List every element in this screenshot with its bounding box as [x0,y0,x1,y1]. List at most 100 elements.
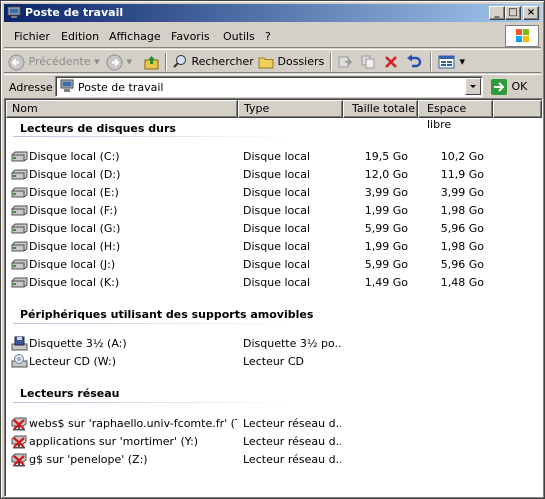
back-arrow-icon [8,54,25,70]
drive-row[interactable]: Disque local (H:) Disque local 1,99 Go 1,98… [5,238,540,256]
address-bar: Adresse Poste de travail OK [4,74,541,99]
my-computer-icon [7,6,21,18]
hard-drive-icon [11,149,28,164]
address-input[interactable]: Poste de travail [55,76,483,97]
explorer-window: Poste de travail _ □ × Fichier Edition A… [0,0,545,499]
toolbar: Précédente ▾ ▾ Rechercher Dossiers ▾ [4,49,541,73]
item-type: Lecteur réseau d... [243,435,341,448]
search-button[interactable]: Rechercher [172,52,254,72]
item-name: Disque local (F:) [29,204,118,217]
item-free-space: 1,48 Go [440,276,484,289]
delete-button[interactable] [383,52,399,72]
move-to-button[interactable] [337,52,353,72]
drive-row[interactable]: webs$ sur 'raphaello.univ-fcomte.fr' (T:… [5,415,540,433]
chevron-down-icon: ▾ [126,55,133,68]
chevron-down-icon [470,85,476,88]
back-button[interactable]: Précédente ▾ [8,52,100,72]
go-button[interactable]: OK [490,77,527,97]
item-type: Disque local [243,276,311,289]
disconnected-network-drive-icon [11,452,28,467]
item-total-size: 5,99 Go [364,258,408,271]
windows-logo-icon [505,25,539,47]
address-value: Poste de travail [78,81,164,94]
go-label: OK [511,80,528,93]
drive-row[interactable]: g$ sur 'penelope' (Z:) Lecteur réseau d..… [5,451,540,469]
item-name: Disquette 3½ (A:) [29,337,127,350]
menu-affichage[interactable]: Affichage [109,30,161,43]
forward-button[interactable]: ▾ [106,52,132,72]
menu-edition[interactable]: Edition [61,30,99,43]
maximize-icon: □ [508,7,518,18]
item-type: Disque local [243,204,311,217]
hard-drive-icon [11,275,28,290]
item-total-size: 1,49 Go [364,276,408,289]
drive-row[interactable]: applications sur 'mortimer' (Y:) Lecteur … [5,433,540,451]
my-computer-icon [60,79,74,92]
floppy-icon [11,336,28,351]
menu-favoris[interactable]: Favoris [171,30,210,43]
hard-drive-icon [11,203,28,218]
address-dropdown-button[interactable] [465,78,481,95]
close-button[interactable]: × [523,6,539,20]
item-type: Disque local [243,258,311,271]
undo-icon [407,54,422,68]
item-name: Disque local (G:) [29,222,121,235]
item-name: Disque local (K:) [29,276,120,289]
item-type: Disque local [243,168,311,181]
copy-to-icon [361,55,375,69]
move-to-icon [338,56,353,68]
undo-button[interactable] [406,52,422,72]
group-heading-removable: Périphériques utilisant des supports amo… [20,308,314,321]
drive-row[interactable]: Disquette 3½ (A:) Disquette 3½ po... [5,335,540,353]
item-name: Disque local (C:) [29,150,120,163]
drive-row[interactable]: Lecteur CD (W:) Lecteur CD [5,353,540,371]
copy-to-button[interactable] [360,52,376,72]
file-list-view[interactable]: Nom Type Taille totale Espace libre Lect… [4,98,543,497]
maximize-button[interactable]: □ [505,6,521,20]
minimize-button[interactable]: _ [489,6,505,20]
folders-label: Dossiers [277,55,325,68]
up-folder-button[interactable] [143,52,160,72]
cd-drive-icon [11,354,28,369]
item-free-space: 11,9 Go [440,168,484,181]
group-divider [13,402,293,403]
item-name: Disque local (D:) [29,168,121,181]
column-header-filler [493,100,542,118]
drive-row[interactable]: Disque local (K:) Disque local 1,49 Go 1,48… [5,274,540,292]
item-free-space: 10,2 Go [440,150,484,163]
views-button[interactable]: ▾ [438,52,465,72]
drive-row[interactable]: Disque local (D:) Disque local 12,0 Go 11,9… [5,166,540,184]
column-header-name[interactable]: Nom [6,100,238,118]
window-title: Poste de travail [25,6,124,19]
item-name: applications sur 'mortimer' (Y:) [29,435,199,448]
item-type: Disque local [243,240,311,253]
drive-row[interactable]: Disque local (G:) Disque local 5,99 Go 5,96… [5,220,540,238]
column-header-type[interactable]: Type [238,100,343,118]
drive-row[interactable]: Disque local (F:) Disque local 1,99 Go 1,98… [5,202,540,220]
drive-row[interactable]: Disque local (E:) Disque local 3,99 Go 3,99… [5,184,540,202]
drive-row[interactable]: Disque local (J:) Disque local 5,99 Go 5,96… [5,256,540,274]
group-heading-hard-drives: Lecteurs de disques durs [20,122,176,135]
menu-bar: Fichier Edition Affichage Favoris Outils… [4,24,541,48]
item-free-space: 1,98 Go [440,204,484,217]
item-total-size: 1,99 Go [364,204,408,217]
title-bar[interactable]: Poste de travail _ □ × [4,4,541,22]
search-label: Rechercher [191,55,254,68]
column-total-label: Taille totale [352,102,415,115]
drive-row[interactable]: Disque local (C:) Disque local 19,5 Go 10,2… [5,148,540,166]
item-total-size: 1,99 Go [364,240,408,253]
folders-button[interactable]: Dossiers [258,52,324,72]
item-free-space: 3,99 Go [440,186,484,199]
column-header-total-size[interactable]: Taille totale [343,100,418,118]
group-divider [13,323,293,324]
menu-help[interactable]: ? [265,30,271,43]
item-name: g$ sur 'penelope' (Z:) [29,453,148,466]
menu-fichier[interactable]: Fichier [14,30,50,43]
item-total-size: 3,99 Go [364,186,408,199]
up-folder-icon [144,55,159,69]
hard-drive-icon [11,239,28,254]
item-total-size: 19,5 Go [364,150,408,163]
back-label: Précédente [28,55,91,68]
column-header-free-space[interactable]: Espace libre [418,100,493,131]
menu-outils[interactable]: Outils [223,30,255,43]
